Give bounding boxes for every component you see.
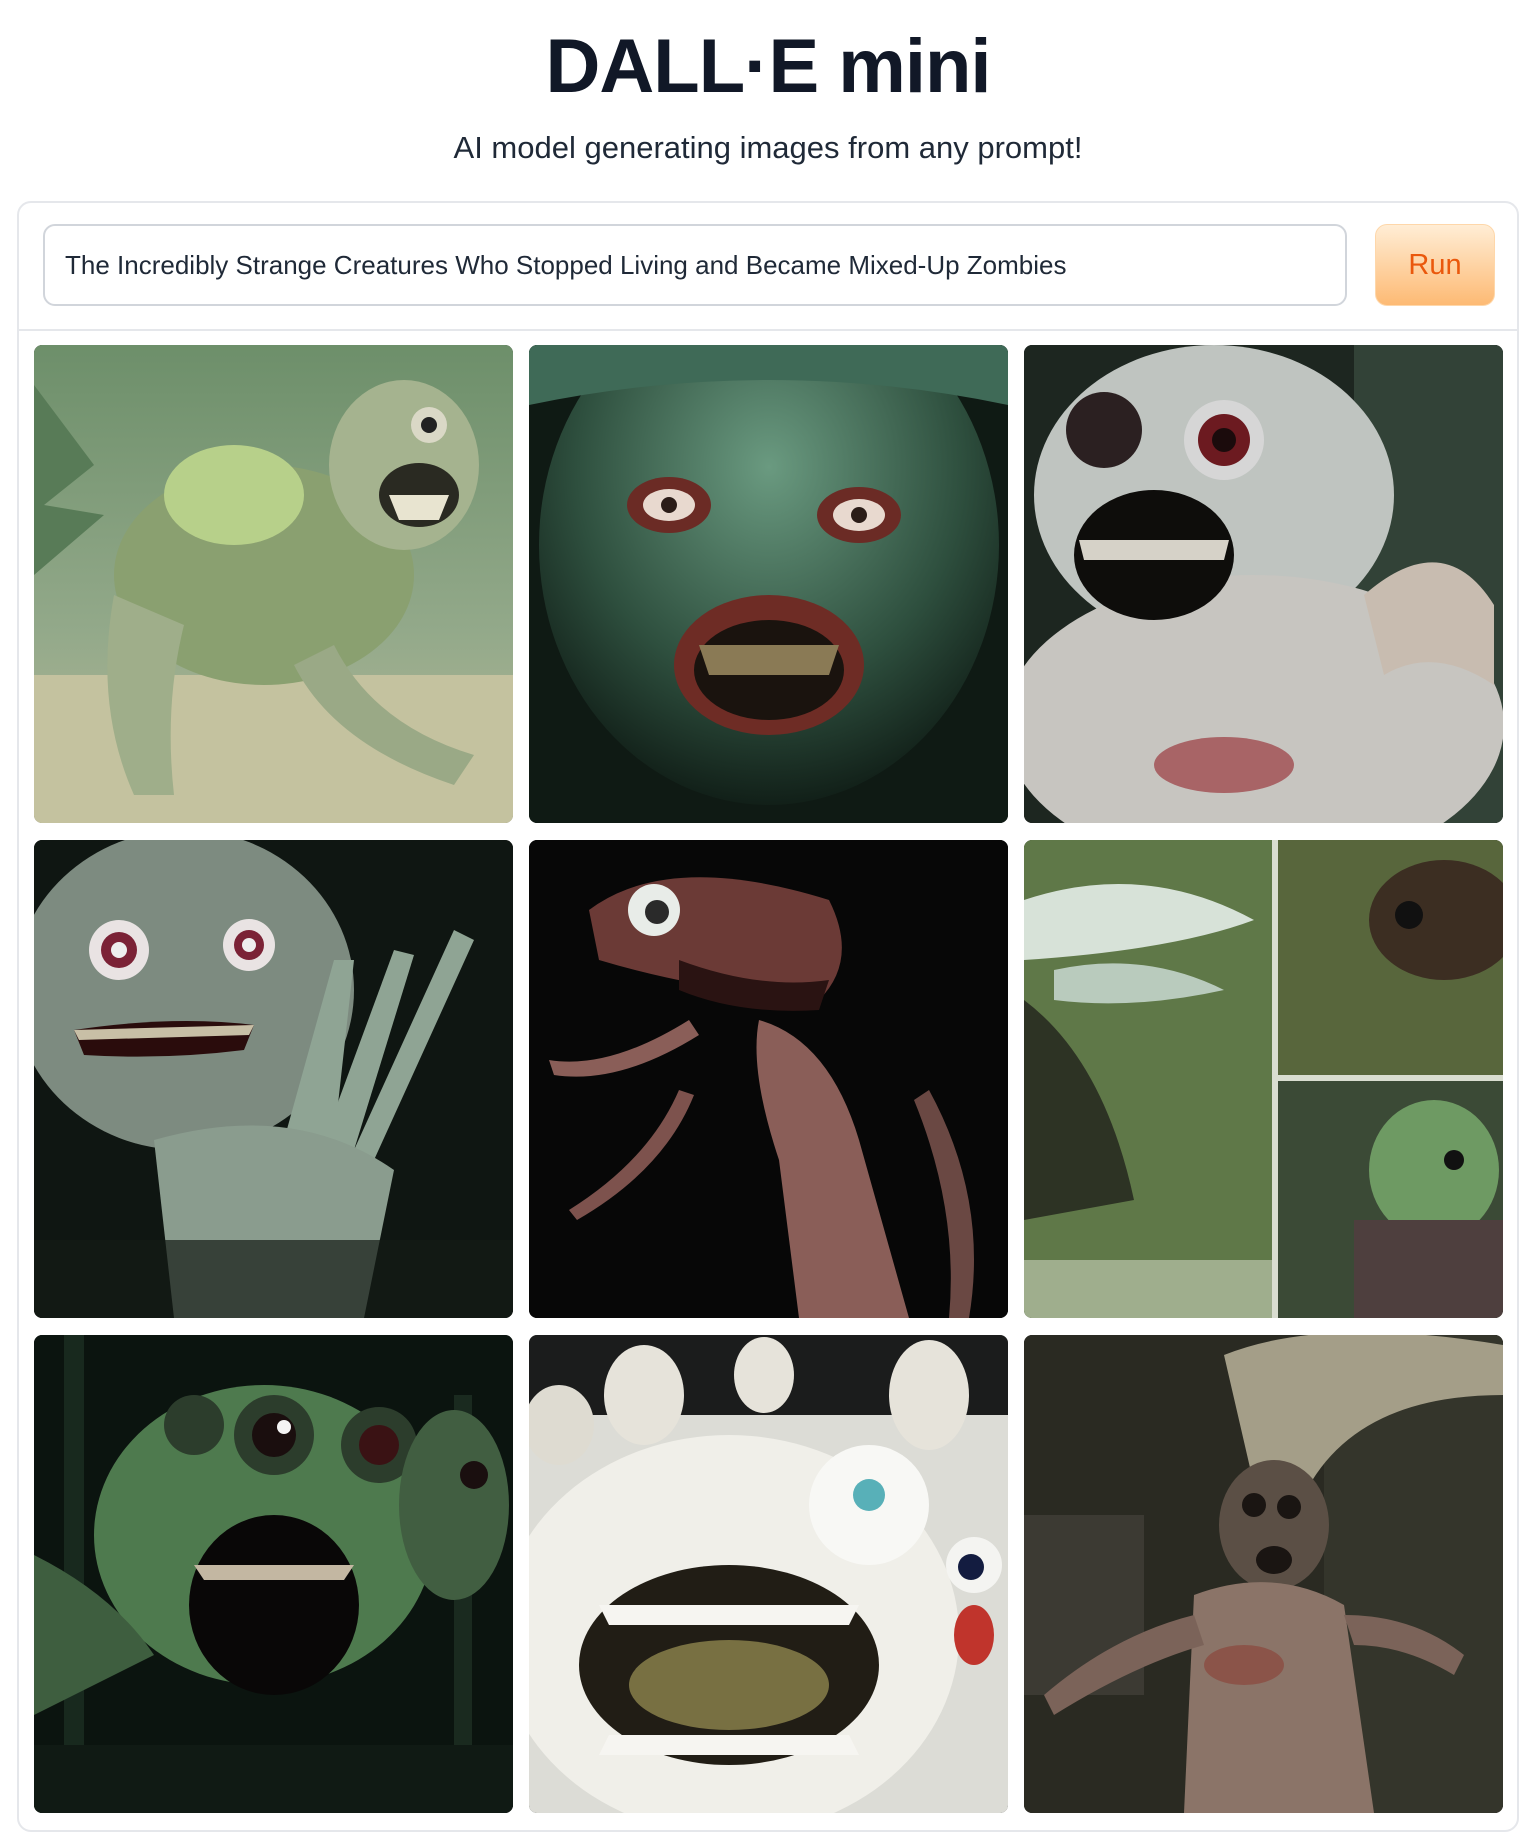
generated-image-6[interactable] <box>1024 840 1503 1318</box>
page-title: DALL·E mini <box>545 24 992 109</box>
prompt-row: Run <box>19 203 1517 331</box>
generated-image-8[interactable] <box>529 1335 1008 1813</box>
prompt-input[interactable] <box>43 224 1347 306</box>
image-gallery <box>34 345 1503 1813</box>
generated-image-1[interactable] <box>34 345 513 823</box>
generated-image-4[interactable] <box>34 840 513 1318</box>
generated-image-3[interactable] <box>1024 345 1503 823</box>
generated-image-9[interactable] <box>1024 1335 1503 1813</box>
page-subtitle: AI model generating images from any prom… <box>453 130 1083 165</box>
generated-image-2[interactable] <box>529 345 1008 823</box>
generated-image-7[interactable] <box>34 1335 513 1813</box>
generator-panel: Run <box>17 201 1519 1832</box>
generated-image-5[interactable] <box>529 840 1008 1318</box>
run-button[interactable]: Run <box>1375 224 1495 306</box>
